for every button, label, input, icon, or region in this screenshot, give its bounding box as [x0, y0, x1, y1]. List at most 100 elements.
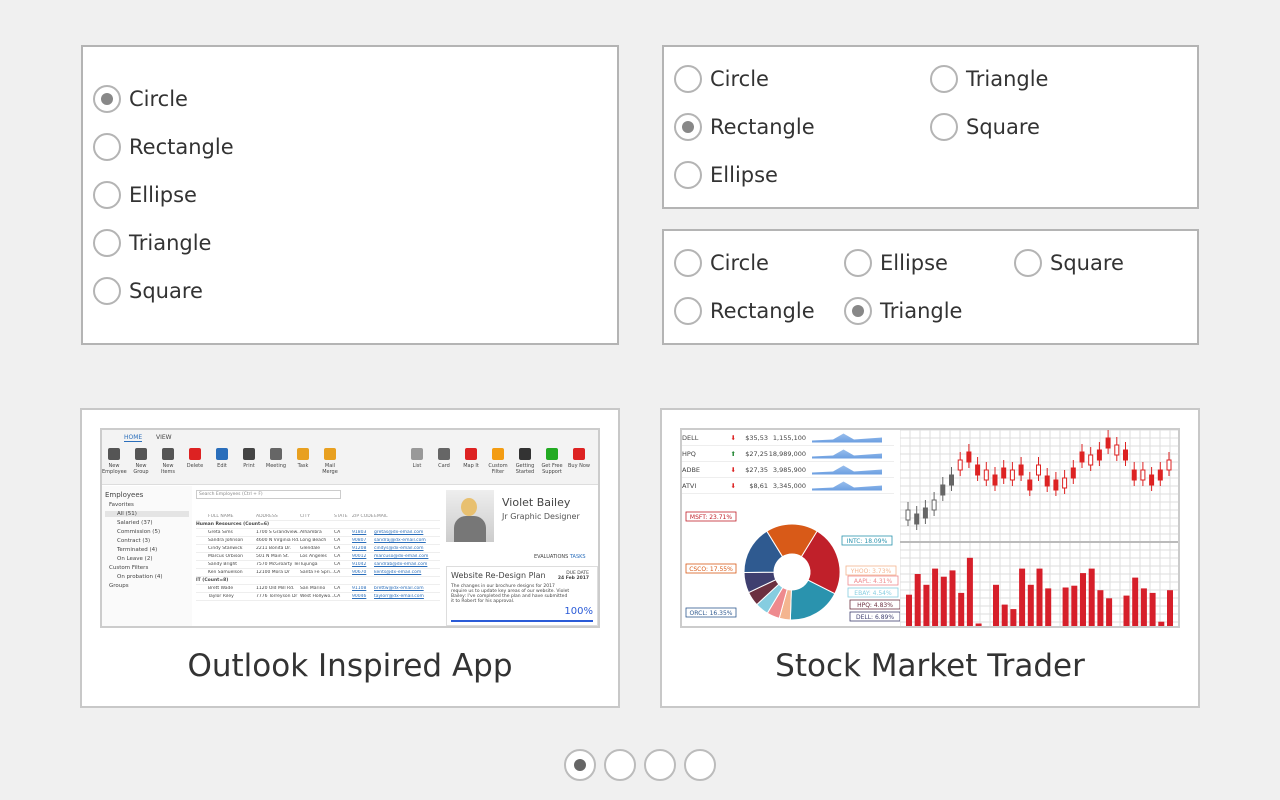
radio-button-icon[interactable] [93, 277, 121, 305]
ribbon-button: New Items [156, 448, 180, 475]
radio-ellipse[interactable]: Ellipse [844, 247, 948, 279]
ticker-cell: $35,53 [745, 433, 768, 442]
ribbon-button-label: Custom Filter [488, 463, 508, 475]
candle [1114, 444, 1120, 456]
table-cell: Santa Fe Spri... [300, 570, 334, 575]
ribbon-button: New Group [129, 448, 153, 475]
candle [1053, 479, 1059, 491]
radio-button-icon[interactable] [844, 297, 872, 325]
radio-button-icon[interactable] [93, 181, 121, 209]
radio-button-icon[interactable] [674, 113, 702, 141]
volume-bar [1140, 588, 1147, 626]
slice-label: DELL: 6.89% [856, 614, 894, 621]
card-title: Stock Market Trader [775, 648, 1085, 684]
table-cell: 7570 McGroarty Ter [256, 562, 300, 567]
radio-circle[interactable]: Circle [674, 247, 769, 279]
table-cell: Sandra Johnson [208, 538, 244, 543]
radio-button-icon[interactable] [674, 249, 702, 277]
candle [1001, 467, 1007, 479]
table-cell: taylorr@dx-email.com [374, 594, 424, 599]
column-header: ADDRESS [256, 514, 278, 519]
table-row: Taylor Riley 7776 Torreyson Dr West Hollyw… [196, 593, 440, 601]
pager-dot-1[interactable] [564, 749, 596, 781]
volume-bar [1106, 598, 1113, 626]
ribbon-button: Delete [183, 448, 207, 469]
pager-dot-3[interactable] [644, 749, 676, 781]
radio-square[interactable]: Square [1014, 247, 1124, 279]
radio-square[interactable]: Square [93, 275, 203, 307]
radio-button-icon[interactable] [844, 249, 872, 277]
candle [905, 509, 911, 521]
column-header: ZIP CODE [352, 514, 374, 519]
pager-dot-2[interactable] [604, 749, 636, 781]
table-row: Sandra Johnson 4600 N Virginia Rd. Long Be… [196, 537, 440, 545]
radio-label: Triangle [129, 231, 212, 255]
volume-bar [1158, 621, 1165, 626]
ribbon-button-label: New Group [133, 463, 149, 475]
radio-rectangle[interactable]: Rectangle [93, 131, 234, 163]
ribbon-icon [465, 448, 477, 460]
sidebar-item: Terminated (4) [117, 547, 158, 553]
arrow-down-icon: ⬇ [730, 433, 736, 442]
table-cell: Alhambra [300, 530, 322, 535]
ticker-row: DELL ⬇ $35,53 1,155,100 [682, 430, 894, 446]
portfolio-donut-chart: MSFT: 23.71% INTC: 18.09% YHOO: 3.73% AAPL:… [685, 511, 900, 622]
profile-role: Jr Graphic Designer [502, 512, 580, 521]
table-cell: 90012 [352, 554, 367, 559]
demo-card-stock-market[interactable]: DELL ⬇ $35,53 1,155,100 HPQ ⬆ $27,25 18,989,000… [660, 408, 1200, 708]
volume-bar [1062, 587, 1069, 626]
radio-button-icon[interactable] [93, 229, 121, 257]
tab-evaluations: EVALUATIONS [534, 554, 569, 560]
candle [1044, 475, 1050, 487]
radio-triangle[interactable]: Triangle [93, 227, 211, 259]
radio-ellipse[interactable]: Ellipse [93, 179, 197, 211]
ticker-cell: HPQ [682, 449, 696, 458]
sidebar-item: Commission (5) [117, 529, 161, 535]
radio-rectangle[interactable]: Rectangle [674, 111, 815, 143]
volume-bar [1080, 573, 1086, 626]
radio-label: Square [966, 115, 1040, 139]
stock-trader-thumbnail: DELL ⬇ $35,53 1,155,100 HPQ ⬆ $27,25 18,989,000… [680, 428, 1180, 628]
radio-button-icon[interactable] [93, 85, 121, 113]
radio-ellipse[interactable]: Ellipse [674, 159, 778, 191]
table-cell: CA [334, 570, 341, 575]
ribbon-button: Task [291, 448, 315, 469]
ribbon-button: New Employee [102, 448, 127, 475]
volume-bar [949, 570, 956, 626]
ribbon-icon [438, 448, 450, 460]
volume-bar [1019, 568, 1026, 626]
radio-rectangle[interactable]: Rectangle [674, 295, 815, 327]
table-cell: Brett Wade [208, 586, 234, 591]
radio-button-icon[interactable] [930, 65, 958, 93]
volume-bar [1045, 588, 1052, 626]
table-row: Brett Wade 1120 Old Mill Rd. San Marino CA 9… [196, 585, 440, 593]
radio-square[interactable]: Square [930, 111, 1040, 143]
sidebar-item: All (51) [105, 511, 189, 517]
pager-dot-4[interactable] [684, 749, 716, 781]
demo-card-outlook[interactable]: HOME VIEW New Employee New Group New Items… [80, 408, 620, 708]
radio-label: Ellipse [880, 251, 948, 275]
ticker-cell: $8,61 [749, 481, 768, 490]
outlook-app-thumbnail: HOME VIEW New Employee New Group New Items… [100, 428, 600, 628]
table-cell: 1700 S Grandview... [256, 530, 300, 535]
ticker-cell: $27,25 [745, 449, 768, 458]
radio-triangle[interactable]: Triangle [930, 63, 1048, 95]
table-cell: Taylor Riley [208, 594, 234, 599]
radio-button-icon[interactable] [930, 113, 958, 141]
radio-button-icon[interactable] [674, 65, 702, 93]
radio-triangle[interactable]: Triangle [844, 295, 962, 327]
search-input: Search Employees (Ctrl + F) [196, 490, 341, 499]
ticker-row: ATVI ⬇ $8,61 3,345,000 [682, 478, 894, 494]
radio-circle[interactable]: Circle [93, 83, 188, 115]
volume-bar [1097, 590, 1104, 626]
ribbon-button-label: Print [243, 463, 255, 469]
radio-button-icon[interactable] [93, 133, 121, 161]
radio-button-icon[interactable] [674, 161, 702, 189]
ribbon-button: Map It [459, 448, 483, 469]
task-text: The changes in our brochure designs for … [451, 584, 570, 604]
volume-bar [1001, 604, 1008, 626]
radio-button-icon[interactable] [1014, 249, 1042, 277]
radio-circle[interactable]: Circle [674, 63, 769, 95]
radio-button-icon[interactable] [674, 297, 702, 325]
radio-label: Rectangle [129, 135, 234, 159]
